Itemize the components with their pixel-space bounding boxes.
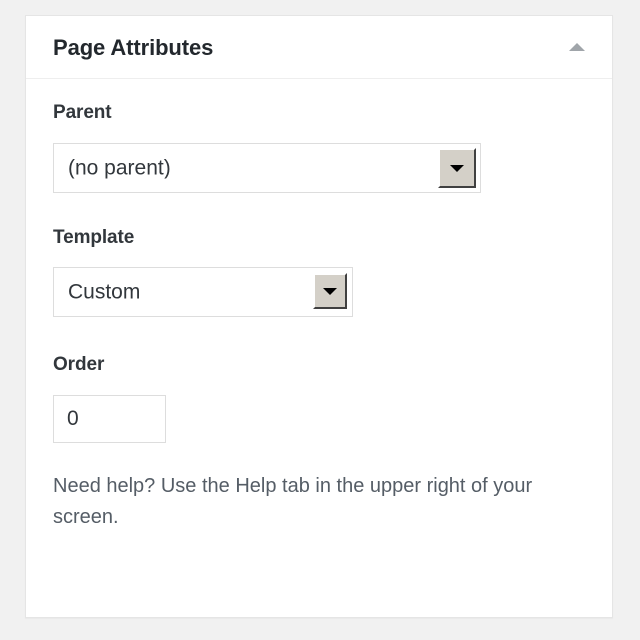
parent-select-arrow-button[interactable] xyxy=(438,147,476,188)
caret-down-icon xyxy=(323,288,337,296)
parent-select[interactable]: (no parent) xyxy=(53,142,481,193)
parent-select-value: (no parent) xyxy=(68,157,171,179)
caret-down-icon xyxy=(450,164,464,172)
metabox-body: Parent (no parent) Template Custom Order… xyxy=(26,79,612,533)
order-label: Order xyxy=(53,354,105,376)
parent-label: Parent xyxy=(53,102,112,123)
template-select[interactable]: Custom xyxy=(53,267,353,318)
metabox-header: Page Attributes xyxy=(26,16,612,79)
template-select-arrow-button[interactable] xyxy=(313,273,347,310)
caret-up-icon xyxy=(569,43,585,51)
help-text: Need help? Use the Help tab in the upper… xyxy=(53,475,533,529)
template-select-value: Custom xyxy=(68,281,141,303)
template-label: Template xyxy=(53,226,135,248)
order-input[interactable] xyxy=(53,395,166,444)
toggle-panel-button[interactable] xyxy=(560,34,594,62)
page-title: Page Attributes xyxy=(53,35,214,60)
page-attributes-metabox: Page Attributes Parent (no parent) Templ… xyxy=(25,15,613,618)
